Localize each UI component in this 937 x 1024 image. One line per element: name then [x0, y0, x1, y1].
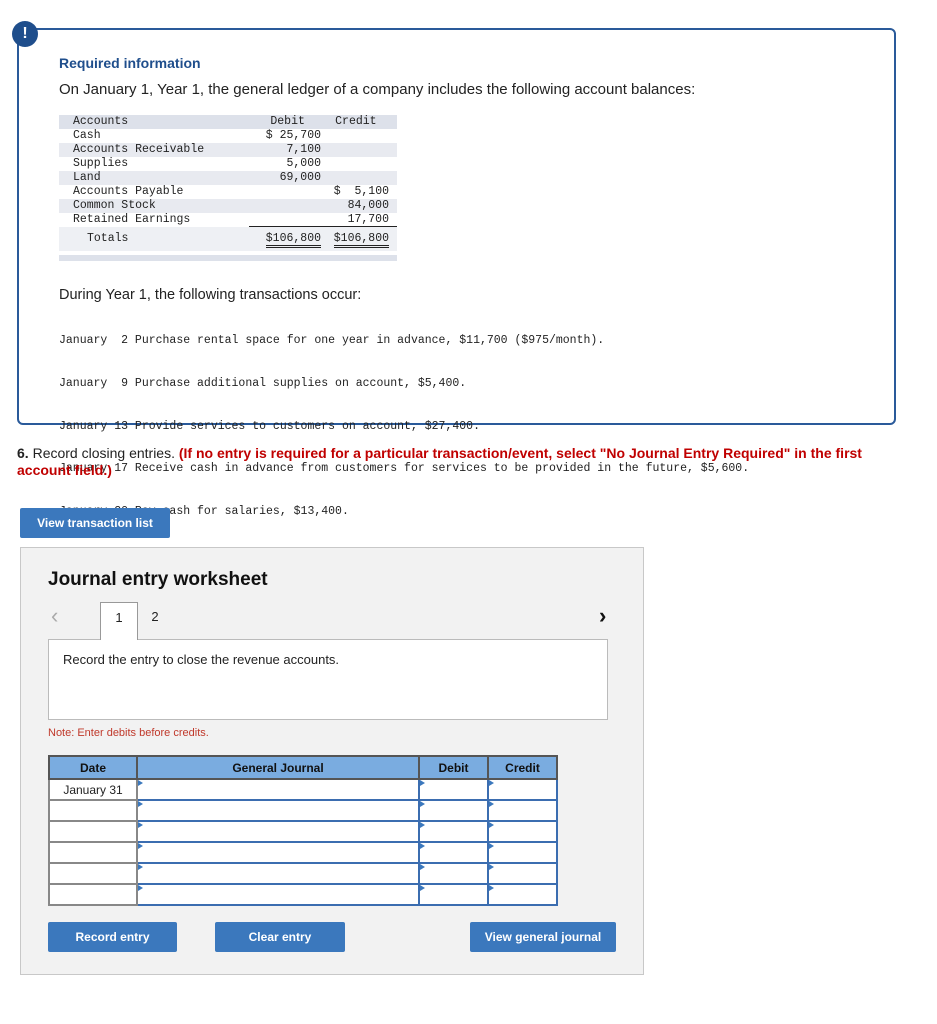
- credit-value: [321, 143, 397, 157]
- debit-value: [249, 213, 321, 227]
- debit-input[interactable]: [418, 883, 489, 906]
- intro-text: On January 1, Year 1, the general ledger…: [59, 81, 696, 98]
- table-row: Accounts Payable $ 5,100: [59, 185, 397, 199]
- table-row: Retained Earnings 17,700: [59, 213, 397, 227]
- credit-value: [321, 171, 397, 185]
- question-prompt: Record closing entries.: [28, 445, 179, 461]
- date-cell: January 31: [48, 778, 138, 801]
- account-name: Supplies: [73, 157, 129, 170]
- header-general-journal: General Journal: [136, 755, 420, 780]
- transaction-item: January 9 Purchase additional supplies o…: [59, 377, 467, 391]
- credit-value: $ 5,100: [333, 185, 389, 198]
- table-row: [48, 799, 558, 822]
- account-input[interactable]: [136, 841, 420, 864]
- table-footer-bar: [59, 255, 397, 261]
- table-row: January 31: [48, 778, 558, 801]
- table-row: [48, 883, 558, 906]
- date-cell: [48, 883, 138, 906]
- account-input[interactable]: [136, 862, 420, 885]
- trial-balance-table: Accounts Debit Credit Cash $ 25,700 Acco…: [59, 115, 397, 261]
- header-date: Date: [48, 755, 138, 780]
- table-row: Cash $ 25,700: [59, 129, 397, 143]
- debit-input[interactable]: [418, 799, 489, 822]
- entry-prompt: Record the entry to close the revenue ac…: [48, 639, 608, 720]
- table-row: Supplies 5,000: [59, 157, 397, 171]
- credit-input[interactable]: [487, 841, 558, 864]
- date-cell: [48, 862, 138, 885]
- credit-value: [321, 129, 397, 143]
- clear-entry-button[interactable]: Clear entry: [215, 922, 345, 952]
- credit-value: 17,700: [321, 213, 397, 227]
- debit-value: [249, 185, 321, 199]
- transaction-item: January 13 Provide services to customers…: [59, 419, 480, 433]
- table-row: [48, 862, 558, 885]
- credit-input[interactable]: [487, 862, 558, 885]
- totals-label: Totals: [87, 232, 129, 245]
- table-row: [48, 820, 558, 843]
- credit-input[interactable]: [487, 799, 558, 822]
- tab-1[interactable]: 1: [100, 602, 138, 640]
- account-name: Cash: [73, 129, 101, 142]
- account-name: Accounts Payable: [73, 185, 184, 198]
- credit-value: [321, 157, 397, 171]
- date-cell: [48, 820, 138, 843]
- required-information-title: Required information: [59, 55, 201, 71]
- date-cell: [48, 799, 138, 822]
- credit-value: 84,000: [347, 199, 389, 212]
- debit-input[interactable]: [418, 841, 489, 864]
- header-debit: Debit: [270, 115, 305, 128]
- debit-value: $ 25,700: [265, 129, 321, 142]
- debits-note: Note: Enter debits before credits.: [48, 727, 209, 739]
- account-name: Land: [73, 171, 101, 184]
- account-input[interactable]: [136, 799, 420, 822]
- credit-input[interactable]: [487, 820, 558, 843]
- journal-table: Date General Journal Debit Credit Januar…: [48, 755, 558, 906]
- table-row: Land 69,000: [59, 171, 397, 185]
- view-general-journal-button[interactable]: View general journal: [470, 922, 616, 952]
- debit-input[interactable]: [418, 778, 489, 801]
- account-name: Common Stock: [73, 199, 156, 212]
- trial-balance-header: Accounts Debit Credit: [59, 115, 397, 129]
- account-name: Accounts Receivable: [73, 143, 205, 156]
- required-information-panel: Required information On January 1, Year …: [17, 28, 896, 603]
- tab-2[interactable]: 2: [145, 602, 165, 632]
- debit-input[interactable]: [418, 820, 489, 843]
- header-debit: Debit: [418, 755, 489, 780]
- alert-icon: !: [12, 21, 38, 47]
- worksheet-title: Journal entry worksheet: [48, 569, 268, 590]
- debit-value: 7,100: [286, 143, 321, 156]
- question-text: 6. Record closing entries. (If no entry …: [17, 445, 897, 479]
- journal-entry-worksheet: Journal entry worksheet ‹ 1 2 › Record t…: [20, 547, 644, 975]
- credit-input[interactable]: [487, 778, 558, 801]
- question-number: 6.: [17, 445, 29, 461]
- debit-value: 5,000: [286, 157, 321, 170]
- chevron-left-icon[interactable]: ‹: [51, 603, 58, 629]
- total-credit: $106,800: [333, 232, 389, 248]
- total-debit: $106,800: [265, 232, 321, 248]
- record-entry-button[interactable]: Record entry: [48, 922, 177, 952]
- table-row: Accounts Receivable 7,100: [59, 143, 397, 157]
- chevron-right-icon[interactable]: ›: [599, 603, 606, 629]
- table-row: [48, 841, 558, 864]
- header-credit: Credit: [487, 755, 558, 780]
- header-credit: Credit: [335, 115, 377, 128]
- transactions-intro: During Year 1, the following transaction…: [59, 287, 362, 303]
- totals-row: Totals $106,800 $106,800: [59, 227, 397, 251]
- account-input[interactable]: [136, 883, 420, 906]
- account-input[interactable]: [136, 820, 420, 843]
- credit-input[interactable]: [487, 883, 558, 906]
- debit-input[interactable]: [418, 862, 489, 885]
- transaction-item: January 2 Purchase rental space for one …: [59, 334, 605, 348]
- debit-value: [249, 199, 321, 213]
- table-row: Common Stock 84,000: [59, 199, 397, 213]
- debit-value: 69,000: [279, 171, 321, 184]
- view-transaction-list-button[interactable]: View transaction list: [20, 508, 170, 538]
- account-name: Retained Earnings: [73, 213, 191, 226]
- header-accounts: Accounts: [73, 115, 129, 128]
- account-input[interactable]: [136, 778, 420, 801]
- journal-table-header: Date General Journal Debit Credit: [48, 755, 558, 780]
- date-cell: [48, 841, 138, 864]
